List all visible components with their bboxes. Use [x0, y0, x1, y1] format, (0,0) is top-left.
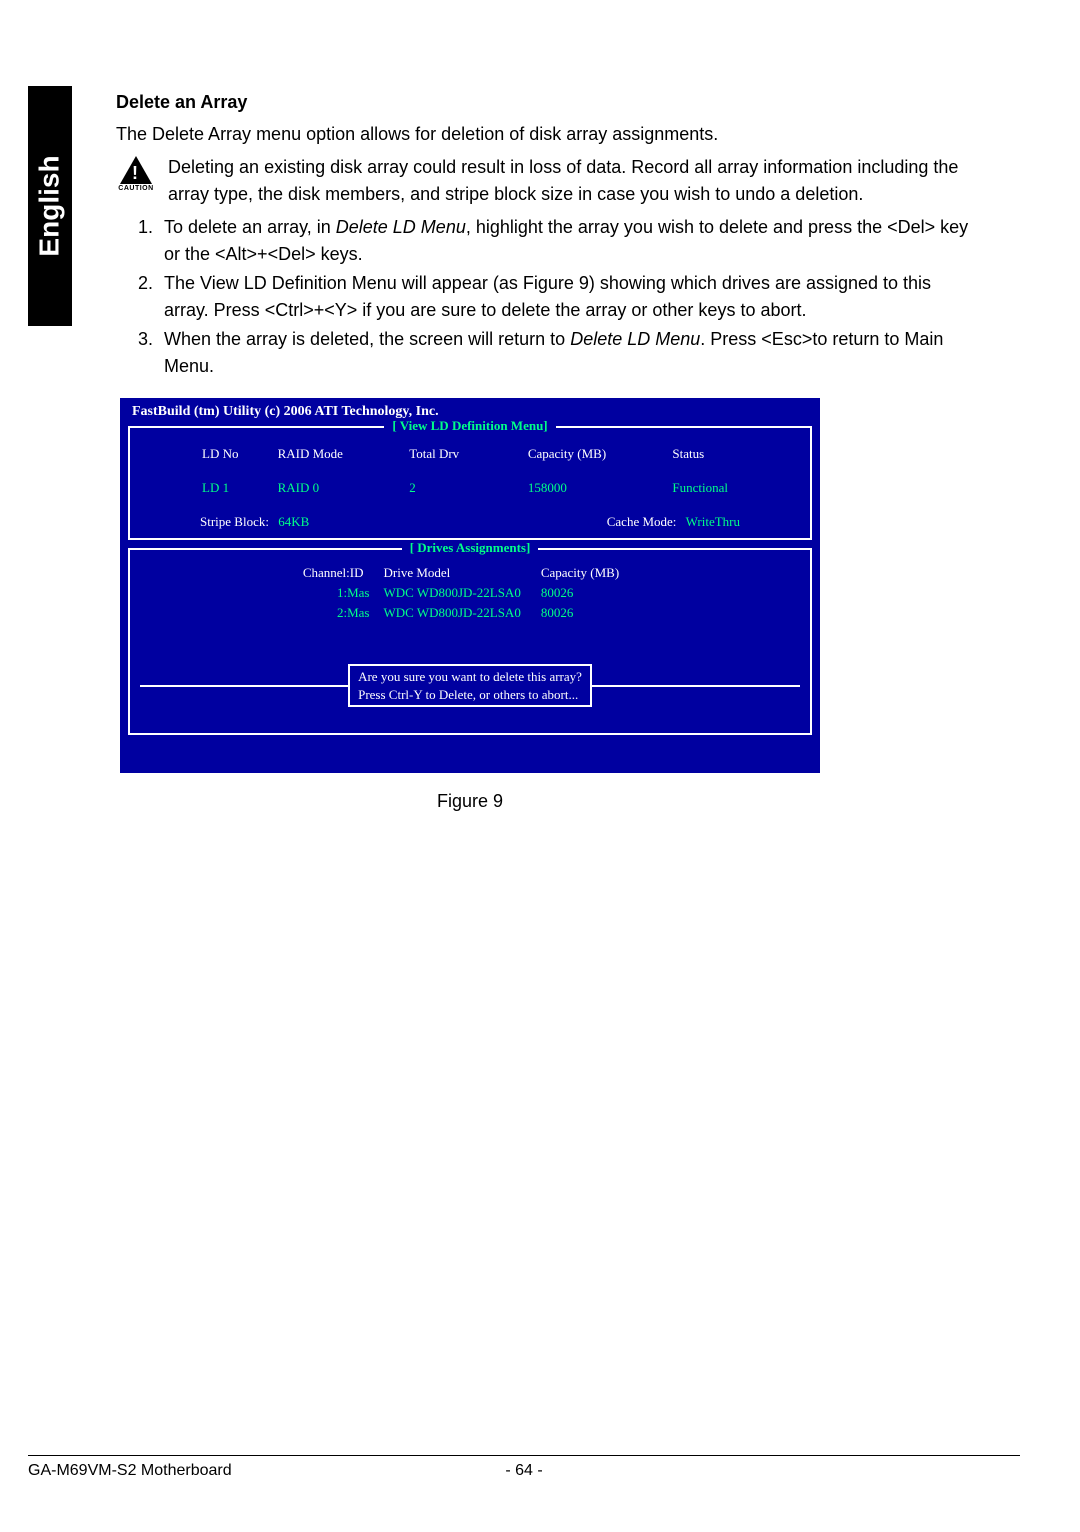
ld-data-row: LD 1 RAID 0 2 158000 Functional — [142, 466, 798, 498]
language-label: English — [34, 155, 66, 256]
ld-table: LD No RAID Mode Total Drv Capacity (MB) … — [140, 442, 800, 500]
view-ld-panel: [ View LD Definition Menu] LD No RAID Mo… — [128, 426, 812, 540]
caution-block: CAUTION Deleting an existing disk array … — [116, 154, 976, 208]
drive-row-1: 1:Mas WDC WD800JD-22LSA0 80026 — [303, 584, 637, 602]
section-title: Delete an Array — [116, 92, 976, 113]
drives-heading: [ Drives Assignments] — [402, 540, 539, 555]
prompt-line-right — [592, 685, 800, 687]
steps-list: To delete an array, in Delete LD Menu, h… — [116, 214, 976, 380]
footer-model: GA-M69VM-S2 Motherboard — [28, 1462, 232, 1480]
ld-header-row: LD No RAID Mode Total Drv Capacity (MB) … — [142, 444, 798, 464]
section-intro: The Delete Array menu option allows for … — [116, 121, 976, 148]
drives-table: Channel:ID Drive Model Capacity (MB) 1:M… — [301, 562, 639, 624]
step-2: The View LD Definition Menu will appear … — [158, 270, 976, 324]
drive-row-2: 2:Mas WDC WD800JD-22LSA0 80026 — [303, 604, 637, 622]
page-content: Delete an Array The Delete Array menu op… — [116, 92, 976, 812]
caution-text: Deleting an existing disk array could re… — [168, 154, 976, 208]
drives-header-row: Channel:ID Drive Model Capacity (MB) — [303, 564, 637, 582]
bios-screenshot: FastBuild (tm) Utility (c) 2006 ATI Tech… — [120, 398, 820, 773]
page-footer: GA-M69VM-S2 Motherboard - 64 - — [28, 1455, 1020, 1480]
drives-panel: [ Drives Assignments] Channel:ID Drive M… — [128, 548, 812, 735]
prompt-box: Are you sure you want to delete this arr… — [348, 664, 592, 707]
cache-mode: Cache Mode: WriteThru — [607, 514, 740, 530]
warning-triangle-icon — [120, 156, 152, 184]
ld-settings-row: Stripe Block: 64KB Cache Mode: WriteThru — [140, 514, 800, 530]
step-3: When the array is deleted, the screen wi… — [158, 326, 976, 380]
caution-label: CAUTION — [118, 185, 153, 192]
prompt-line-left — [140, 685, 348, 687]
stripe-block: Stripe Block: 64KB — [200, 514, 309, 530]
figure-caption: Figure 9 — [120, 791, 820, 812]
confirm-prompt: Are you sure you want to delete this arr… — [140, 664, 800, 707]
language-tab: English — [28, 86, 72, 326]
step-1: To delete an array, in Delete LD Menu, h… — [158, 214, 976, 268]
caution-icon: CAUTION — [116, 156, 156, 192]
view-ld-heading: [ View LD Definition Menu] — [384, 418, 555, 433]
